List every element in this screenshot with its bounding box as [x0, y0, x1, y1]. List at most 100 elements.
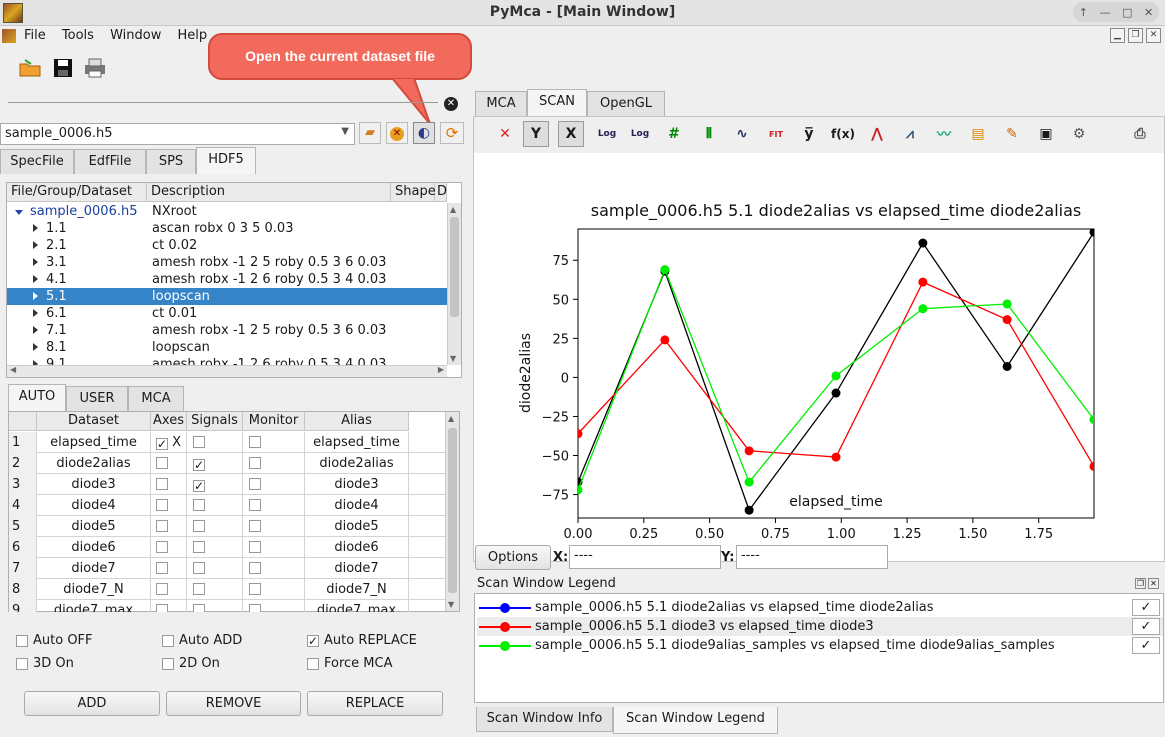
alias-cell[interactable]: diode4	[305, 495, 409, 516]
signals-checkbox[interactable]	[193, 583, 205, 595]
signals-checkbox[interactable]: ✓	[193, 480, 205, 492]
close-file-icon[interactable]: ✕	[386, 122, 408, 144]
window-close-button[interactable]: ✕	[1144, 6, 1153, 19]
alias-field[interactable]: diode5	[334, 519, 378, 534]
alias-cell[interactable]: diode2alias	[305, 453, 409, 474]
close-source-icon[interactable]: ✕	[444, 97, 458, 111]
tree-row[interactable]: 8.1 loopscan	[7, 339, 447, 356]
table-header-dataset[interactable]: Dataset	[37, 412, 151, 431]
expanded-icon[interactable]	[15, 210, 23, 215]
mdi-close-button[interactable]: ✕	[1146, 28, 1161, 43]
signals-checkbox[interactable]	[193, 520, 205, 532]
table-header-axes[interactable]: Axes	[151, 412, 187, 431]
menu-file[interactable]: File	[24, 28, 46, 43]
signals-checkbox[interactable]	[193, 562, 205, 574]
legend-float-icon[interactable]: ❐	[1135, 578, 1146, 589]
alias-field[interactable]: diode7_max	[317, 603, 396, 612]
tab-auto[interactable]: AUTO	[8, 384, 66, 411]
alias-field[interactable]: diode7_N	[326, 582, 387, 597]
menu-help[interactable]: Help	[177, 28, 207, 43]
monitor-checkbox[interactable]	[249, 436, 261, 448]
mdi-restore-button[interactable]: ❐	[1128, 28, 1143, 43]
collapsed-icon[interactable]	[33, 326, 38, 334]
legend-item[interactable]: sample_0006.h5 5.1 diode2alias vs elapse…	[477, 598, 1163, 617]
collapsed-icon[interactable]	[33, 224, 38, 232]
monitor-checkbox[interactable]	[249, 457, 261, 469]
axes-checkbox[interactable]	[156, 478, 168, 490]
add-button[interactable]: ADD	[24, 691, 160, 716]
refresh-icon[interactable]: ⟳	[440, 122, 464, 144]
collapsed-icon[interactable]	[33, 275, 38, 283]
scan-chart[interactable]: sample_0006.h5 5.1 diode2alias vs elapse…	[474, 121, 1164, 541]
option-3d-on[interactable]: 3D On	[16, 656, 74, 671]
tab-edffile[interactable]: EdfFile	[74, 149, 146, 174]
legend-visibility-checkbox[interactable]: ✓	[1132, 637, 1160, 654]
open-file-icon[interactable]: ▰	[359, 122, 381, 144]
tab-plot-mca[interactable]: MCA	[475, 91, 527, 116]
legend-close-icon[interactable]: ✕	[1148, 578, 1159, 589]
tab-sps[interactable]: SPS	[146, 149, 196, 174]
tree-vscroll[interactable]: ▲ ▼	[447, 203, 461, 365]
signals-checkbox[interactable]: ✓	[193, 459, 205, 471]
table-header-signals[interactable]: Signals	[187, 412, 243, 431]
tree-header-name[interactable]: File/Group/Dataset	[7, 183, 147, 202]
option-force-mca[interactable]: Force MCA	[307, 656, 393, 671]
tab-scan-window-legend[interactable]: Scan Window Legend	[613, 707, 778, 734]
tree-row[interactable]: 4.1 amesh robx -1 2 6 roby 0.5 3 4 0.03	[7, 271, 447, 288]
tree-row[interactable]: 3.1 amesh robx -1 2 5 roby 0.5 3 6 0.03	[7, 254, 447, 271]
alias-field[interactable]: diode2alias	[319, 456, 393, 471]
signals-checkbox[interactable]	[193, 436, 205, 448]
tree-row[interactable]: 1.1 ascan robx 0 3 5 0.03	[7, 220, 447, 237]
legend-item[interactable]: sample_0006.h5 5.1 diode3 vs elapsed_tim…	[477, 617, 1163, 636]
collapsed-icon[interactable]	[33, 241, 38, 249]
option-auto-add[interactable]: Auto ADD	[162, 633, 242, 648]
alias-cell[interactable]: diode7_max	[305, 600, 409, 612]
tree-row[interactable]: 9.1 amesh robx -1 2 6 roby 0.5 3 4 0.03	[7, 356, 447, 365]
tab-specfile[interactable]: SpecFile	[0, 149, 74, 174]
remove-button[interactable]: REMOVE	[166, 691, 301, 716]
menu-window[interactable]: Window	[110, 28, 161, 43]
option-checkbox[interactable]: ✓	[307, 634, 319, 647]
tab-plot-scan[interactable]: SCAN	[527, 89, 587, 116]
mdi-minimize-button[interactable]: ▁	[1110, 28, 1125, 43]
tab-plot-opengl[interactable]: OpenGL	[587, 91, 665, 116]
alias-field[interactable]: diode6	[334, 540, 378, 555]
tab-user[interactable]: USER	[66, 386, 128, 411]
print-icon[interactable]	[83, 56, 107, 80]
collapsed-icon[interactable]	[33, 309, 38, 317]
option-auto-replace[interactable]: ✓ Auto REPLACE	[307, 633, 417, 648]
axes-checkbox[interactable]	[156, 583, 168, 595]
collapsed-icon[interactable]	[33, 343, 38, 351]
options-button[interactable]: Options	[475, 545, 551, 570]
monitor-checkbox[interactable]	[249, 520, 261, 532]
window-maximize-button[interactable]: □	[1122, 6, 1132, 19]
axes-checkbox[interactable]: ✓	[156, 438, 168, 450]
option-auto-off[interactable]: Auto OFF	[16, 633, 93, 648]
alias-field[interactable]: diode7	[334, 561, 378, 576]
alias-field[interactable]: diode3	[334, 477, 378, 492]
alias-cell[interactable]: elapsed_time	[305, 432, 409, 453]
alias-cell[interactable]: diode3	[305, 474, 409, 495]
alias-cell[interactable]: diode5	[305, 516, 409, 537]
tab-hdf5[interactable]: HDF5	[196, 147, 256, 174]
alias-cell[interactable]: diode7	[305, 558, 409, 579]
option-checkbox[interactable]	[162, 657, 174, 670]
replace-button[interactable]: REPLACE	[307, 691, 443, 716]
option-checkbox[interactable]	[307, 657, 319, 670]
signals-checkbox[interactable]	[193, 604, 205, 612]
axes-checkbox[interactable]	[156, 520, 168, 532]
y-coord-field[interactable]: ----	[736, 545, 888, 569]
tree-root-row[interactable]: sample_0006.h5 NXroot	[7, 203, 447, 220]
option-checkbox[interactable]	[16, 657, 28, 670]
window-minimize-button[interactable]: —	[1100, 6, 1111, 19]
axes-checkbox[interactable]	[156, 457, 168, 469]
axes-checkbox[interactable]	[156, 499, 168, 511]
option-checkbox[interactable]	[16, 634, 28, 647]
monitor-checkbox[interactable]	[249, 583, 261, 595]
monitor-checkbox[interactable]	[249, 604, 261, 612]
tab-scan-window-info[interactable]: Scan Window Info	[476, 707, 613, 732]
axes-checkbox[interactable]	[156, 541, 168, 553]
tree-row[interactable]: 6.1 ct 0.01	[7, 305, 447, 322]
tree-header-description[interactable]: Description	[147, 183, 391, 202]
legend-visibility-checkbox[interactable]: ✓	[1132, 618, 1160, 635]
